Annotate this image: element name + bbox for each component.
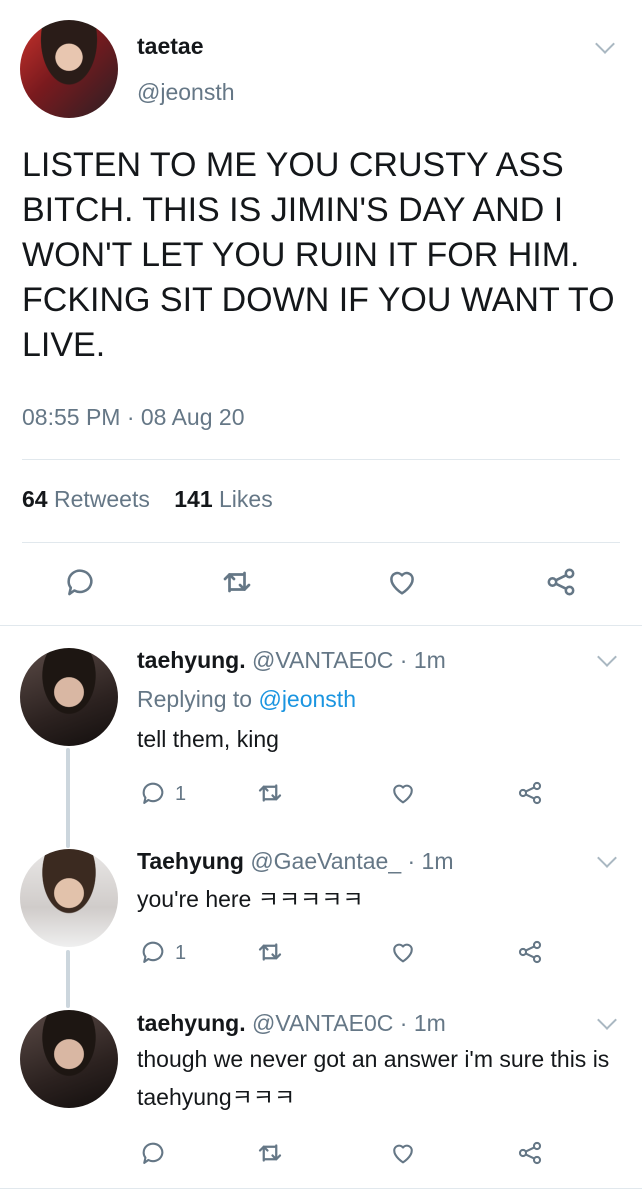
tweet-timestamp: 08:55 PM · 08 Aug 20: [22, 404, 245, 430]
retweet-icon[interactable]: [217, 562, 257, 602]
share-icon[interactable]: [541, 562, 581, 602]
divider: [0, 625, 642, 626]
share-icon[interactable]: [515, 937, 545, 967]
replying-mention[interactable]: @jeonsth: [258, 686, 356, 712]
reply-icon[interactable]: [138, 1138, 168, 1168]
avatar[interactable]: [20, 849, 118, 947]
reply-header: Taehyung @GaeVantae_ · 1m: [137, 848, 454, 875]
like-icon[interactable]: [388, 1138, 418, 1168]
reply-display-name[interactable]: taehyung.: [137, 647, 246, 673]
reply-display-name[interactable]: Taehyung: [137, 848, 244, 874]
reply-header: taehyung. @VANTAE0C · 1m: [137, 1010, 446, 1037]
reply-text: though we never got an answer i'm sure t…: [137, 1046, 610, 1110]
likes-count: 141: [174, 486, 213, 512]
reply-handle-time: @VANTAE0C · 1m: [252, 647, 446, 673]
reply-icon[interactable]: [138, 937, 168, 967]
chevron-down-icon[interactable]: [595, 34, 615, 54]
divider: [22, 542, 620, 543]
retweets-label: Retweets: [53, 486, 150, 512]
avatar[interactable]: [20, 20, 118, 118]
avatar[interactable]: [20, 1010, 118, 1108]
retweets-stat[interactable]: 64 Retweets: [22, 486, 150, 512]
reply-header: taehyung. @VANTAE0C · 1m: [137, 647, 446, 674]
share-icon[interactable]: [515, 1138, 545, 1168]
replying-prefix: Replying to: [137, 686, 259, 712]
author-display-name[interactable]: taetae: [137, 33, 203, 60]
reply-icon[interactable]: [138, 778, 168, 808]
reply-count: 1: [175, 942, 187, 964]
likes-label: Likes: [219, 486, 273, 512]
retweets-count: 64: [22, 486, 48, 512]
author-handle[interactable]: @jeonsth: [137, 79, 235, 106]
like-icon[interactable]: [382, 562, 422, 602]
avatar[interactable]: [20, 648, 118, 746]
chevron-down-icon[interactable]: [597, 848, 617, 868]
reply-text: you're here ㅋㅋㅋㅋㅋ: [137, 886, 364, 912]
tweet-stats: 64 Retweets 141 Likes: [22, 486, 273, 513]
thread-line: [66, 950, 70, 1008]
reply-count: 1: [175, 783, 187, 805]
reply-icon[interactable]: [60, 562, 100, 602]
likes-stat[interactable]: 141 Likes: [174, 486, 272, 512]
reply-handle-time: @GaeVantae_ · 1m: [250, 848, 454, 874]
reply-handle-time: @VANTAE0C · 1m: [252, 1010, 446, 1036]
thread-line: [66, 748, 70, 848]
chevron-down-icon[interactable]: [597, 647, 617, 667]
divider: [22, 459, 620, 460]
like-icon[interactable]: [388, 937, 418, 967]
retweet-icon[interactable]: [255, 1138, 285, 1168]
replying-to: Replying to @jeonsth: [137, 686, 356, 713]
like-icon[interactable]: [388, 778, 418, 808]
reply-display-name[interactable]: taehyung.: [137, 1010, 246, 1036]
retweet-icon[interactable]: [255, 937, 285, 967]
reply-text: tell them, king: [137, 726, 279, 752]
retweet-icon[interactable]: [255, 778, 285, 808]
divider: [0, 1188, 642, 1189]
share-icon[interactable]: [515, 778, 545, 808]
chevron-down-icon[interactable]: [597, 1010, 617, 1030]
tweet-text: LISTEN TO ME YOU CRUSTY ASS BITCH. THIS …: [22, 146, 615, 364]
